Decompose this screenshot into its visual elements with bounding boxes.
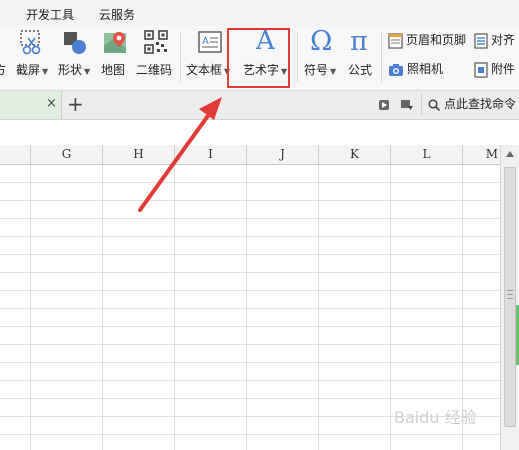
qrcode-label: 二维码 — [136, 63, 173, 77]
column-header-i[interactable]: I — [175, 145, 247, 164]
formula-bar[interactable] — [0, 120, 519, 146]
symbol-button[interactable]: Ω 符号 ▼ — [302, 26, 342, 90]
column-header-l[interactable]: L — [391, 145, 463, 164]
new-tab-icon[interactable]: + — [67, 92, 84, 116]
ribbon-separator — [180, 32, 181, 82]
qrcode-icon — [144, 30, 168, 54]
formula-label: 公式 — [348, 63, 373, 77]
column-header-k[interactable]: K — [319, 145, 391, 164]
chevron-down-icon: ▼ — [84, 67, 91, 76]
pi-icon: π — [350, 26, 368, 57]
search-icon — [428, 99, 440, 111]
document-tab[interactable]: × — [0, 91, 62, 119]
align-label: 对齐 — [491, 33, 516, 47]
attachment-label: 附件 — [491, 62, 516, 76]
column-header-m[interactable]: M — [463, 145, 500, 164]
partial-left-tool[interactable]: 方 — [0, 26, 10, 90]
align-button[interactable]: 对齐 — [474, 31, 515, 51]
camera-label: 照相机 — [407, 62, 444, 76]
wordart-highlight-box — [227, 28, 290, 88]
qrcode-button[interactable]: 二维码 — [136, 26, 176, 90]
search-placeholder: 点此查找命令 — [444, 97, 517, 111]
page-header-icon — [388, 32, 403, 49]
baidu-watermark: Baidu 经验 — [394, 408, 477, 427]
vertical-scrollbar[interactable] — [500, 145, 519, 450]
omega-icon: Ω — [310, 26, 333, 57]
ribbon-separator — [297, 32, 298, 82]
shapes-icon — [64, 32, 86, 54]
column-header-row: G H I J K L M — [0, 145, 500, 165]
menu-cloud-service[interactable]: 云服务 — [99, 6, 135, 23]
close-icon[interactable]: × — [46, 96, 57, 111]
scroll-up-icon[interactable] — [505, 149, 515, 159]
header-footer-button[interactable]: 页眉和页脚 — [388, 31, 466, 51]
chevron-down-icon: ▼ — [330, 67, 337, 76]
column-header-g[interactable]: G — [31, 145, 103, 164]
backup-icon[interactable] — [378, 99, 390, 111]
shapes-label: 形状 — [58, 63, 83, 77]
map-label: 地图 — [101, 63, 126, 77]
attachment-icon — [474, 61, 488, 78]
textbox-label: 文本框 — [186, 63, 223, 77]
attachment-button[interactable]: 附件 — [474, 60, 515, 80]
formula-button[interactable]: π 公式 — [346, 26, 378, 90]
map-button[interactable]: 地图 — [100, 26, 130, 90]
symbol-label: 符号 — [304, 63, 329, 77]
search-command-box[interactable]: 点此查找命令 — [421, 94, 519, 115]
screenshot-label: 截屏 — [16, 63, 41, 77]
scrollbar-thumb[interactable] — [504, 167, 516, 427]
svg-text:A: A — [202, 36, 209, 47]
document-tab-bar: × + 点此查找命令 — [0, 91, 519, 120]
ribbon-separator — [381, 32, 382, 82]
scissors-icon — [20, 30, 41, 55]
shapes-button[interactable]: 形状 ▼ — [56, 26, 96, 90]
header-footer-label: 页眉和页脚 — [406, 33, 467, 47]
screenshot-button[interactable]: 截屏 ▼ — [14, 26, 50, 90]
camera-icon — [389, 63, 403, 76]
chevron-down-icon: ▼ — [42, 67, 49, 76]
column-header-partial[interactable] — [0, 145, 31, 164]
camera-button[interactable]: 照相机 — [388, 60, 443, 80]
column-header-h[interactable]: H — [103, 145, 175, 164]
textbox-button[interactable]: A 文本框 ▼ — [186, 26, 230, 90]
menu-bar: 开发工具 云服务 — [0, 0, 519, 26]
map-pin-icon — [104, 32, 126, 53]
textbox-icon: A — [198, 31, 222, 53]
align-icon — [474, 32, 488, 49]
column-header-j[interactable]: J — [247, 145, 319, 164]
filter-icon[interactable] — [400, 99, 414, 111]
menu-developer-tools[interactable]: 开发工具 — [26, 6, 74, 23]
